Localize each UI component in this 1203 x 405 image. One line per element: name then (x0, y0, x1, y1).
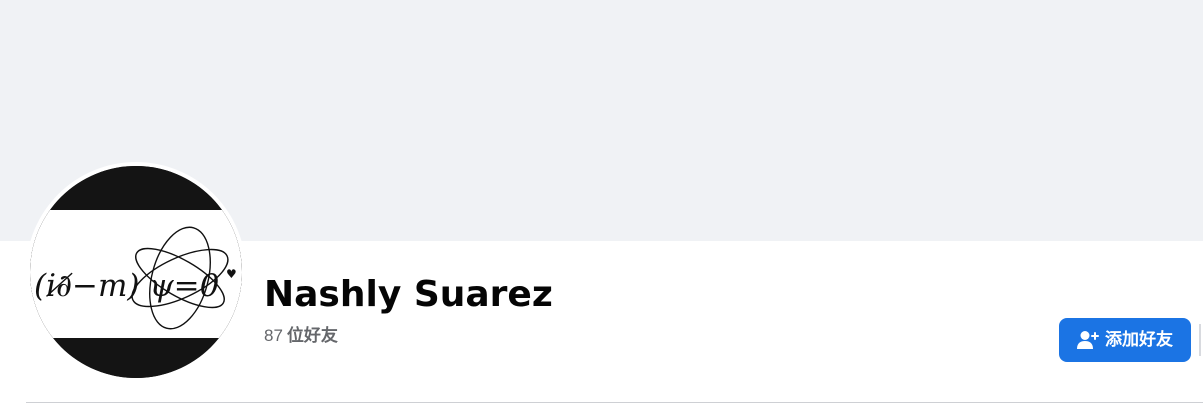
avatar-equation: (i∂̸−m) ψ=0 (34, 268, 219, 304)
add-friend-button[interactable]: 添加好友 (1059, 318, 1191, 362)
header-divider (26, 402, 1203, 403)
friend-count-link[interactable]: 87 位好友 (264, 325, 338, 347)
profile-name: Nashly Suarez (264, 274, 553, 315)
profile-avatar[interactable]: (i∂̸−m) ψ=0 ♥ (30, 166, 242, 378)
friend-count: 87 (264, 326, 283, 345)
next-button-edge[interactable] (1199, 324, 1201, 356)
profile-header: (i∂̸−m) ψ=0 ♥ Nashly Suarez 87 位好友 添加好友 (0, 0, 1203, 405)
friend-count-label: 位好友 (286, 326, 338, 345)
person-plus-icon (1077, 330, 1099, 350)
svg-text:♥: ♥ (226, 267, 237, 281)
add-friend-label: 添加好友 (1105, 330, 1173, 349)
